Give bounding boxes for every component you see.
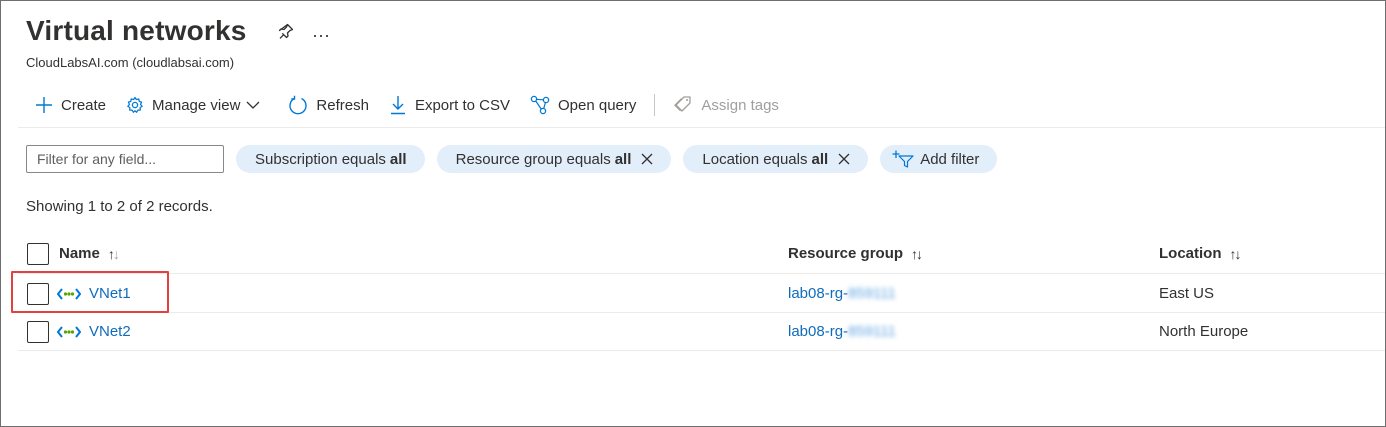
create-button[interactable]: Create	[35, 96, 106, 114]
filter-pill-value: all	[614, 150, 632, 168]
plus-icon	[36, 97, 52, 113]
more-options-icon[interactable]: ...	[313, 22, 331, 40]
export-csv-label: Export to CSV	[414, 96, 510, 114]
filter-pill-location[interactable]: Location equals all	[683, 145, 869, 173]
open-query-button[interactable]: Open query	[530, 95, 636, 115]
chevron-down-icon	[246, 101, 260, 109]
filter-pill-subscription[interactable]: Subscription equals all	[236, 145, 425, 173]
resource-group-link[interactable]: lab08-rg-859111	[788, 323, 896, 340]
pin-icon[interactable]	[277, 22, 295, 40]
filter-pill-label: Resource group equals	[455, 150, 611, 168]
manage-view-button[interactable]: Manage view	[126, 96, 268, 114]
refresh-label: Refresh	[316, 96, 369, 114]
assign-tags-label: Assign tags	[701, 96, 779, 114]
redacted-text: 859111	[848, 323, 896, 340]
open-query-label: Open query	[558, 96, 637, 114]
location-cell: North Europe	[1159, 323, 1249, 340]
command-bar: Create Manage view Refresh Export to CSV…	[35, 92, 799, 118]
refresh-icon	[289, 95, 308, 115]
filter-input[interactable]	[26, 145, 224, 173]
resource-group-link[interactable]: lab08-rg-859111	[788, 285, 896, 302]
virtual-networks-page: Virtual networks ... CloudLabsAI.com (cl…	[0, 0, 1386, 427]
download-icon	[390, 96, 405, 115]
resource-group-cell: lab08-rg-859111	[788, 275, 896, 312]
select-all-checkbox[interactable]	[27, 242, 49, 265]
table-row: VNet2 lab08-rg-859111 North Europe	[18, 313, 1385, 351]
filter-pill-label: Location equals	[702, 150, 808, 168]
add-filter-button[interactable]: Add filter	[880, 145, 998, 173]
sort-icon[interactable]: ↑↓	[108, 246, 120, 262]
records-count: Showing 1 to 2 of 2 records.	[26, 198, 213, 215]
table-header: Name ↑↓ Resource group ↑↓ Location ↑↓	[18, 234, 1385, 274]
select-all-cell	[27, 234, 49, 273]
tag-icon	[674, 96, 692, 112]
filter-pill-label: Subscription equals	[255, 150, 386, 168]
column-name-label: Name	[59, 245, 100, 262]
manage-view-label: Manage view	[152, 96, 241, 114]
filter-pill-resource-group[interactable]: Resource group equals all	[436, 145, 672, 173]
filter-bar: Subscription equals all Resource group e…	[26, 145, 998, 173]
page-header: Virtual networks ...	[26, 15, 331, 47]
location-cell: East US	[1159, 285, 1215, 302]
page-title: Virtual networks	[26, 15, 247, 46]
add-filter-icon	[892, 150, 914, 168]
resource-group-cell: lab08-rg-859111	[788, 313, 896, 350]
close-icon[interactable]	[838, 153, 850, 165]
filter-pill-value: all	[389, 150, 407, 168]
directory-subtitle: CloudLabsAI.com (cloudlabsai.com)	[26, 55, 235, 70]
row-select-cell	[27, 313, 49, 350]
header-divider	[18, 127, 1385, 128]
export-csv-button[interactable]: Export to CSV	[389, 95, 510, 115]
name-cell: VNet2	[57, 313, 131, 350]
gear-icon	[127, 96, 143, 113]
toolbar-separator	[654, 94, 656, 116]
column-header-location[interactable]: Location ↑↓	[1159, 234, 1242, 273]
sort-icon[interactable]: ↑↓	[911, 246, 923, 262]
virtual-network-icon	[57, 325, 81, 338]
column-header-resource-group[interactable]: Resource group ↑↓	[788, 234, 923, 273]
column-resource-group-label: Resource group	[788, 245, 904, 262]
query-icon	[530, 95, 550, 115]
refresh-button[interactable]: Refresh	[288, 95, 369, 115]
close-icon[interactable]	[641, 153, 653, 165]
redacted-text: 859111	[848, 285, 896, 302]
resource-group-prefix: lab08-rg-	[788, 285, 849, 302]
sort-icon[interactable]: ↑↓	[1230, 246, 1242, 262]
table-row: VNet1 lab08-rg-859111 East US	[18, 275, 1385, 313]
create-label: Create	[61, 96, 107, 114]
highlight-box	[11, 271, 169, 313]
column-header-name[interactable]: Name ↑↓	[59, 234, 120, 273]
vnet-link[interactable]: VNet2	[89, 323, 131, 340]
add-filter-label: Add filter	[920, 150, 980, 168]
column-location-label: Location	[1159, 245, 1222, 262]
resource-group-prefix: lab08-rg-	[788, 323, 849, 340]
filter-pill-value: all	[811, 150, 829, 168]
assign-tags-button[interactable]: Assign tags	[673, 95, 779, 115]
row-checkbox[interactable]	[27, 320, 49, 343]
